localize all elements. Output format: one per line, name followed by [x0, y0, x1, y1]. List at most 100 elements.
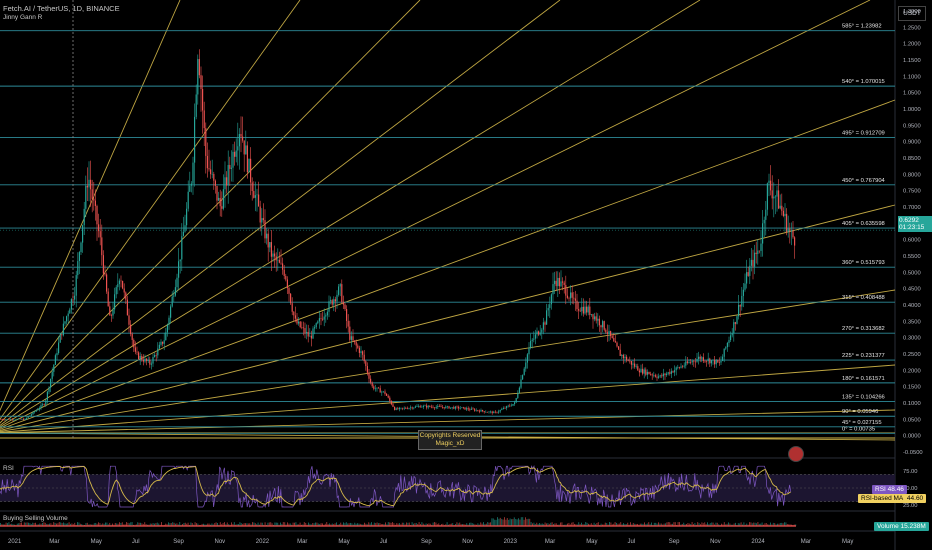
volume-bar: [506, 518, 508, 526]
candle-body: [237, 146, 239, 151]
candle-body: [357, 345, 359, 348]
currency-button[interactable]: USDT: [898, 6, 926, 21]
time-axis-label: Mar: [545, 539, 555, 545]
candle-body: [573, 297, 575, 299]
candle-body: [776, 190, 778, 197]
candle-body: [195, 94, 197, 117]
candle-body: [109, 306, 111, 316]
candle-body: [568, 297, 570, 299]
candle-body: [656, 376, 658, 378]
candle-body: [747, 272, 749, 276]
gann-level-label: 495° = 0.912709: [842, 131, 885, 137]
gann-level-label: 0° = 0.00735: [842, 426, 875, 432]
rsi-ma-tag: RSI-based MA 44.60: [858, 494, 927, 503]
candle-body: [46, 391, 48, 401]
candle-body: [781, 205, 783, 211]
candle-body: [142, 359, 144, 362]
candle-body: [648, 371, 650, 375]
candle-body: [162, 341, 164, 344]
time-axis-label: May: [338, 539, 349, 545]
candle-body: [542, 322, 544, 330]
candle-body: [77, 261, 79, 276]
candle-body: [374, 388, 376, 390]
candle-body: [515, 398, 517, 403]
candle-body: [482, 410, 484, 412]
candle-body: [342, 302, 344, 305]
candle-body: [29, 415, 31, 417]
candle-body: [264, 220, 266, 239]
candle-body: [93, 198, 95, 201]
candle-body: [522, 375, 524, 380]
candle-body: [192, 162, 194, 184]
candles-group: [0, 49, 796, 422]
candle-body: [278, 259, 280, 263]
candle-body: [693, 360, 695, 362]
candle-body: [67, 313, 69, 317]
candle-body: [227, 165, 229, 186]
candle-body: [3, 419, 5, 421]
volume-bar: [501, 518, 503, 526]
candle-body: [763, 219, 765, 224]
volume-bar: [513, 517, 515, 526]
volume-title: Buying Selling Volume: [3, 515, 68, 522]
candle-body: [627, 360, 629, 362]
candle-body: [187, 191, 189, 209]
candle-body: [115, 287, 117, 295]
candle-body: [266, 233, 268, 239]
candle-body: [478, 410, 480, 412]
candle-body: [677, 367, 679, 368]
candle-body: [118, 280, 120, 285]
candle-body: [306, 331, 308, 334]
candle-body: [707, 358, 709, 362]
candle-body: [282, 263, 284, 270]
volume-bar: [491, 518, 493, 526]
candle-body: [619, 349, 621, 356]
candle-body: [34, 411, 36, 413]
candle-body: [470, 408, 472, 410]
volume-bar: [518, 518, 519, 526]
candle-body: [794, 237, 796, 246]
candle-body: [594, 316, 596, 320]
candle-body: [45, 400, 47, 405]
candle-body: [32, 411, 34, 415]
volume-bar: [523, 519, 525, 526]
price-chart[interactable]: 1.30001.25001.20001.15001.10001.05001.00…: [0, 0, 932, 550]
candle-body: [714, 359, 716, 365]
price-axis-label: 0.4500: [903, 287, 921, 293]
candle-body: [586, 306, 588, 313]
candle-body: [459, 408, 461, 409]
volume-tag-label: Volume: [877, 523, 899, 530]
price-axis-label: 0.0000: [903, 434, 921, 440]
candle-body: [386, 393, 388, 396]
candle-body: [146, 358, 148, 362]
candle-body: [202, 88, 204, 111]
candle-body: [429, 405, 431, 407]
candle-body: [712, 359, 714, 361]
candle-body: [182, 231, 184, 237]
candle-body: [147, 359, 149, 362]
candle-body: [538, 331, 540, 335]
candle-body: [784, 213, 786, 216]
candle-body: [315, 323, 317, 328]
candle-body: [758, 250, 760, 252]
candle-body: [285, 275, 287, 280]
candle-body: [30, 414, 32, 416]
candle-body: [242, 136, 244, 141]
candle-body: [518, 387, 520, 394]
candle-body: [491, 411, 493, 414]
candle-body: [288, 288, 290, 294]
candle-body: [365, 361, 367, 367]
candle-body: [139, 355, 141, 359]
price-axis-label: 1.2000: [903, 42, 921, 48]
candle-body: [616, 342, 618, 347]
candle-body: [66, 316, 68, 322]
candle-body: [550, 294, 552, 305]
time-axis-label: Nov: [710, 539, 721, 545]
event-flag-icon[interactable]: [788, 446, 804, 462]
candle-body: [603, 321, 605, 330]
candle-body: [184, 225, 186, 232]
candle-body: [230, 167, 232, 169]
candle-body: [206, 155, 208, 169]
candle-body: [480, 410, 482, 412]
candle-body: [13, 419, 15, 421]
